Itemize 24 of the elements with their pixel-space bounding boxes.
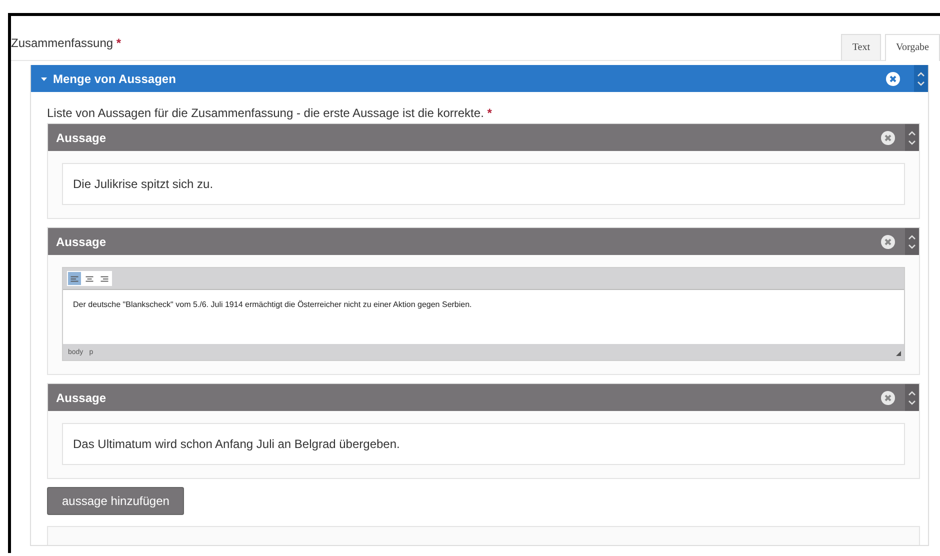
item-title: Aussage [56,390,108,404]
caret-icon[interactable] [40,74,48,82]
remove-icon[interactable] [881,390,895,404]
resize-handle-icon[interactable] [896,351,901,358]
reorder-icon[interactable] [905,384,919,411]
reorder-icon[interactable] [914,65,928,92]
remove-icon[interactable] [886,72,900,86]
remove-icon[interactable] [881,234,895,248]
group-title: Menge von Aussagen [53,72,177,86]
group-header[interactable]: Menge von Aussagen [31,65,928,92]
editor-text-area[interactable]: Der deutsche "Blankscheck" vom 5./6. Juli 1914 ermächtigt die Österreicher nicht zu einer Aktion gegen Serbien. [63,289,904,344]
text-field[interactable]: Das Ultimatum wird schon Anfang Juli an Belgrad übergeben. [62,423,905,465]
item-title: Aussage [56,130,108,144]
reorder-icon[interactable] [905,228,919,255]
reorder-icon[interactable] [905,124,919,151]
tab[interactable]: Text [841,34,882,60]
item-title: Aussage [56,234,108,248]
list-description: Liste von Aussagen für die Zusammenfassung - die erste Aussage ist die korrekte. * [47,106,493,120]
text-field[interactable]: Die Julikrise spitzt sich zu. [62,163,905,205]
remove-icon[interactable] [881,130,895,144]
tab[interactable]: Vorgabe [885,34,940,61]
field-label: Zusammenfassung * [11,36,122,52]
align-left-icon[interactable] [68,272,81,285]
add-statement-button[interactable]: aussage hinzufügen [47,487,184,515]
